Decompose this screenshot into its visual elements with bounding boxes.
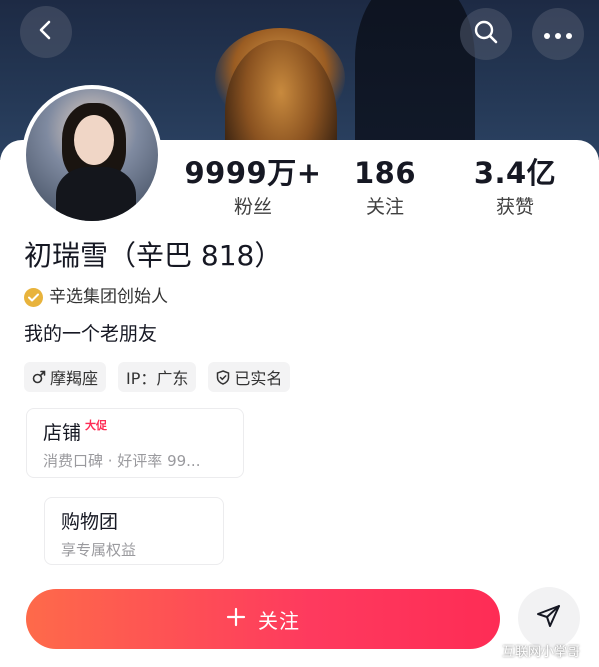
stat-fans-label: 粉丝 (233, 196, 272, 218)
tag-ip-label: IP：广东 (126, 369, 189, 388)
tag-real-name-label: 已实名 (234, 369, 283, 388)
shop-card-title: 店铺 (43, 422, 82, 444)
shop-promo-badge: 大促 (85, 419, 108, 432)
more-button[interactable] (532, 8, 584, 60)
verification-line: 辛选集团创始人 (24, 285, 168, 309)
follow-button[interactable]: 关注 (26, 589, 500, 649)
share-button[interactable] (518, 587, 580, 649)
stat-fans[interactable]: 9999万+ 粉丝 (183, 155, 323, 221)
profile-stats: 9999万+ 粉丝 186 关注 3.4亿 获赞 (160, 155, 599, 225)
follow-button-label: 关注 (258, 608, 300, 633)
stat-following-value: 186 (353, 156, 417, 190)
shopping-group-title: 购物团 (61, 511, 119, 533)
shopping-group-subtitle: 享专属权益 (61, 541, 137, 559)
banner-person-image (355, 0, 475, 160)
profile-tags: 摩羯座 IP：广东 已实名 (24, 362, 302, 392)
avatar-dress (56, 167, 136, 221)
stat-likes-label: 获赞 (495, 196, 534, 218)
shield-check-icon (216, 369, 230, 385)
shopping-group-card[interactable]: 购物团 享专属权益 (44, 497, 224, 565)
stat-likes[interactable]: 3.4亿 获赞 (445, 155, 585, 221)
stat-fans-value: 9999万+ (184, 156, 322, 190)
male-icon (32, 370, 46, 384)
tag-real-name: 已实名 (208, 362, 291, 392)
search-icon (473, 19, 499, 49)
watermark-text: 互联网小掌哥 (502, 645, 581, 660)
chevron-left-icon (35, 19, 57, 45)
verification-text: 辛选集团创始人 (49, 287, 168, 307)
tag-ip-location: IP：广东 (118, 362, 197, 392)
avatar[interactable] (22, 85, 162, 225)
shop-card-subtitle: 消费口碑 · 好评率 99... (43, 452, 201, 470)
stat-following-label: 关注 (365, 196, 404, 218)
stat-following[interactable]: 186 关注 (315, 155, 455, 221)
stat-likes-value: 3.4亿 (473, 156, 557, 190)
avatar-face (74, 115, 114, 165)
profile-bio: 我的一个老朋友 (24, 323, 158, 345)
send-icon (536, 603, 562, 633)
shop-card[interactable]: 店铺 大促 消费口碑 · 好评率 99... (26, 408, 244, 478)
verified-badge-icon (24, 287, 43, 307)
plus-icon (226, 606, 246, 632)
tag-zodiac-label: 摩羯座 (50, 369, 99, 388)
tag-zodiac: 摩羯座 (24, 362, 107, 392)
profile-name: 初瑞雪（辛巴 818） (24, 239, 283, 272)
more-horizontal-icon (543, 25, 573, 44)
search-button[interactable] (460, 8, 512, 60)
back-button[interactable] (20, 6, 72, 58)
